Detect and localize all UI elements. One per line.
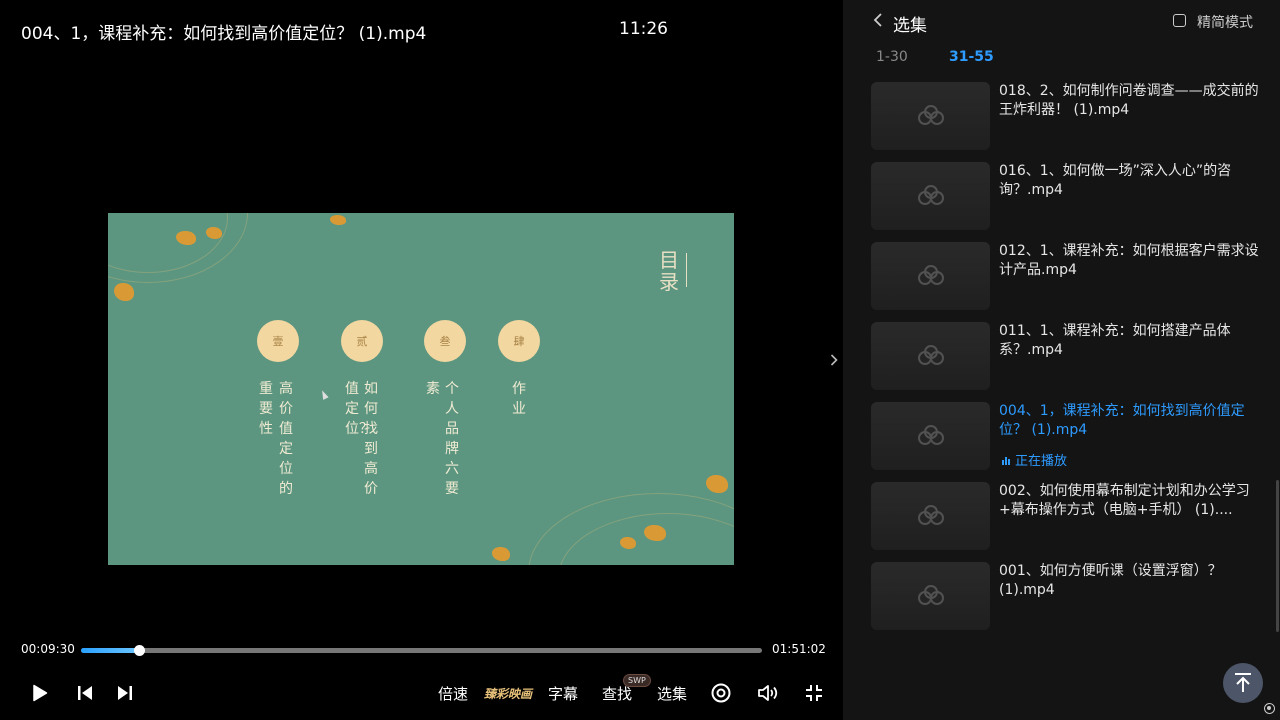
episode-title: 001、如何方便听课（设置浮窗）？(1).mp4 [999, 563, 1222, 598]
volume-icon [758, 685, 778, 701]
episode-title: 011、1、课程补充：如何搭建产品体系？.mp4 [999, 323, 1231, 358]
episodes-label: 选集 [656, 684, 687, 703]
slide-item-text: 重要性 [259, 381, 273, 437]
episode-item[interactable]: 011、1、课程补充：如何搭建产品体系？.mp4 [871, 322, 1271, 390]
decor-cloud [206, 227, 222, 239]
clock: 11:26 [619, 19, 668, 39]
skip-next-icon [118, 686, 132, 700]
simple-mode-checkbox[interactable] [1173, 14, 1186, 27]
progress-bar[interactable] [81, 645, 762, 656]
subtitle-label: 字幕 [547, 684, 578, 703]
swp-badge: SWP [623, 674, 651, 687]
episode-title: 012、1、课程补充：如何根据客户需求设计产品.mp4 [999, 243, 1259, 278]
next-button[interactable] [113, 680, 137, 706]
placeholder-logo-icon [917, 505, 944, 525]
back-button[interactable] [873, 12, 883, 33]
chevron-left-icon [873, 13, 882, 27]
slide-item-text: 值定位？ [345, 381, 373, 437]
video-frame[interactable]: 目录 壹 贰 叁 肆 高价值定位的 重要性 如何找到高价 值定位？ 个人品牌六要… [108, 213, 734, 565]
slide-numeral: 叁 [424, 320, 466, 362]
placeholder-logo-icon [917, 425, 944, 445]
placeholder-logo-icon [917, 345, 944, 365]
placeholder-logo-icon [917, 105, 944, 125]
slide-item-text: 作业 [512, 381, 526, 417]
skip-previous-icon [78, 686, 92, 700]
previous-button[interactable] [73, 680, 97, 706]
episode-thumbnail [871, 322, 990, 390]
episode-item[interactable]: 002、如何使用幕布制定计划和办公学习+幕布操作方式（电脑+手机） (1)...… [871, 482, 1271, 550]
tab-range-1-30[interactable]: 1-30 [876, 49, 908, 65]
decor-cloud [114, 283, 134, 301]
decor-cloud [330, 215, 346, 225]
episode-item-active[interactable]: 004、1，课程补充：如何找到高价值定位？ (1).mp4 正在播放 [871, 402, 1271, 470]
episode-title: 004、1，课程补充：如何找到高价值定位？ (1).mp4 [999, 403, 1245, 438]
exit-fullscreen-icon [806, 685, 822, 701]
speed-label: 倍速 [437, 684, 468, 703]
chevron-right-icon [830, 354, 838, 366]
episode-item[interactable]: 012、1、课程补充：如何根据客户需求设计产品.mp4 [871, 242, 1271, 310]
decor-cloud [620, 537, 636, 549]
slide-item-text: 个人品牌六要 [445, 381, 459, 497]
episodes-button[interactable]: 选集 [651, 680, 693, 706]
record-icon [711, 683, 731, 703]
back-to-top-button[interactable] [1223, 663, 1263, 703]
episode-title: 002、如何使用幕布制定计划和办公学习+幕布操作方式（电脑+手机） (1)...… [999, 483, 1250, 518]
simple-mode-label[interactable]: 精简模式 [1197, 12, 1253, 32]
slide-item-text: 高价值定位的 [279, 381, 293, 497]
enhance-button[interactable]: 臻彩映画 [480, 680, 536, 706]
now-playing-indicator: 正在播放 [1001, 450, 1067, 469]
progress-thumb[interactable] [134, 645, 146, 656]
placeholder-logo-icon [917, 265, 944, 285]
play-icon [33, 684, 48, 702]
placeholder-logo-icon [917, 585, 944, 605]
sidebar-scrollbar[interactable] [1276, 480, 1279, 632]
current-time: 00:09:30 [21, 642, 75, 656]
equalizer-icon [1002, 456, 1010, 465]
episode-item[interactable]: 001、如何方便听课（设置浮窗）？(1).mp4 [871, 562, 1271, 630]
slide-numeral: 肆 [498, 320, 540, 362]
decor-cloud [706, 475, 728, 493]
decor-cloud [644, 525, 666, 541]
episode-thumbnail [871, 482, 990, 550]
decor-cloud [176, 231, 196, 245]
decor-cloud [492, 547, 510, 561]
total-time: 01:51:02 [772, 642, 826, 656]
enhance-label: 臻彩映画 [483, 686, 532, 701]
slide-heading: 目录 [659, 248, 679, 294]
episode-thumbnail [871, 562, 990, 630]
episode-thumbnail [871, 242, 990, 310]
collapse-sidebar-button[interactable] [826, 350, 842, 370]
video-player[interactable]: 004、1，课程补充：如何找到高价值定位？ (1).mp4 11:26 目录 壹… [0, 0, 843, 720]
volume-button[interactable] [756, 680, 782, 706]
now-playing-label: 正在播放 [1015, 454, 1068, 469]
play-button[interactable] [28, 680, 52, 706]
slide-heading-divider [686, 253, 687, 287]
video-title: 004、1，课程补充：如何找到高价值定位？ (1).mp4 [21, 24, 427, 44]
episode-item[interactable]: 016、1、如何做一场”深入人心”的咨询？.mp4 [871, 162, 1271, 230]
sidebar-title: 选集 [893, 16, 927, 36]
fullscreen-button[interactable] [802, 680, 826, 706]
speed-button[interactable]: 倍速 [432, 680, 474, 706]
placeholder-logo-icon [917, 185, 944, 205]
settings-dot-icon[interactable] [1264, 703, 1275, 714]
record-button[interactable] [709, 680, 733, 706]
subtitle-button[interactable]: 字幕 [543, 680, 583, 706]
slide-item-text: 素 [426, 381, 440, 397]
progress-fill [81, 648, 140, 653]
slide-numeral: 壹 [257, 320, 299, 362]
episode-thumbnail [871, 82, 990, 150]
episode-thumbnail [871, 162, 990, 230]
slide-item-text: 如何找到高价 [364, 381, 378, 497]
slide-numeral: 贰 [341, 320, 383, 362]
episode-title: 016、1、如何做一场”深入人心”的咨询？.mp4 [999, 163, 1232, 198]
arrow-up-icon [1235, 673, 1251, 692]
episode-sidebar: 选集 精简模式 1-30 31-55 018、2、如何制作问卷调查——成交前的王… [843, 0, 1280, 720]
episode-item[interactable]: 018、2、如何制作问卷调查——成交前的王炸利器！ (1).mp4 [871, 82, 1271, 150]
episode-title: 018、2、如何制作问卷调查——成交前的王炸利器！ (1).mp4 [999, 83, 1259, 118]
episode-thumbnail [871, 402, 990, 470]
tab-range-31-55[interactable]: 31-55 [949, 49, 994, 65]
